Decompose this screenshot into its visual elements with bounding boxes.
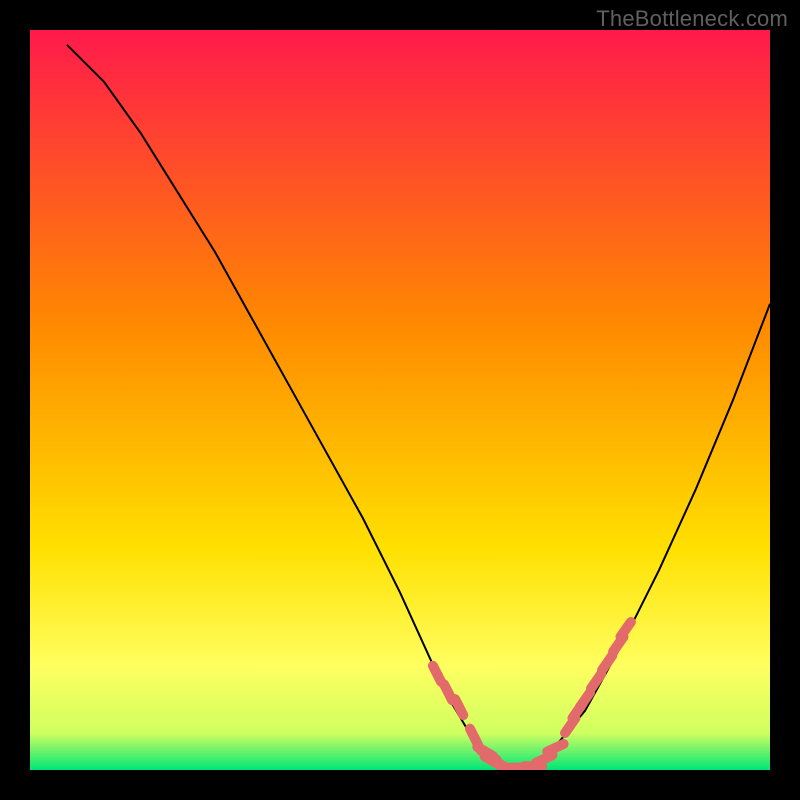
gradient-background xyxy=(30,30,770,770)
highlight-dot xyxy=(536,755,552,763)
watermark: TheBottleneck.com xyxy=(596,6,788,32)
plot-area xyxy=(30,30,770,770)
highlight-dot xyxy=(547,744,563,752)
chart-svg xyxy=(30,30,770,770)
chart-container: TheBottleneck.com xyxy=(0,0,800,800)
